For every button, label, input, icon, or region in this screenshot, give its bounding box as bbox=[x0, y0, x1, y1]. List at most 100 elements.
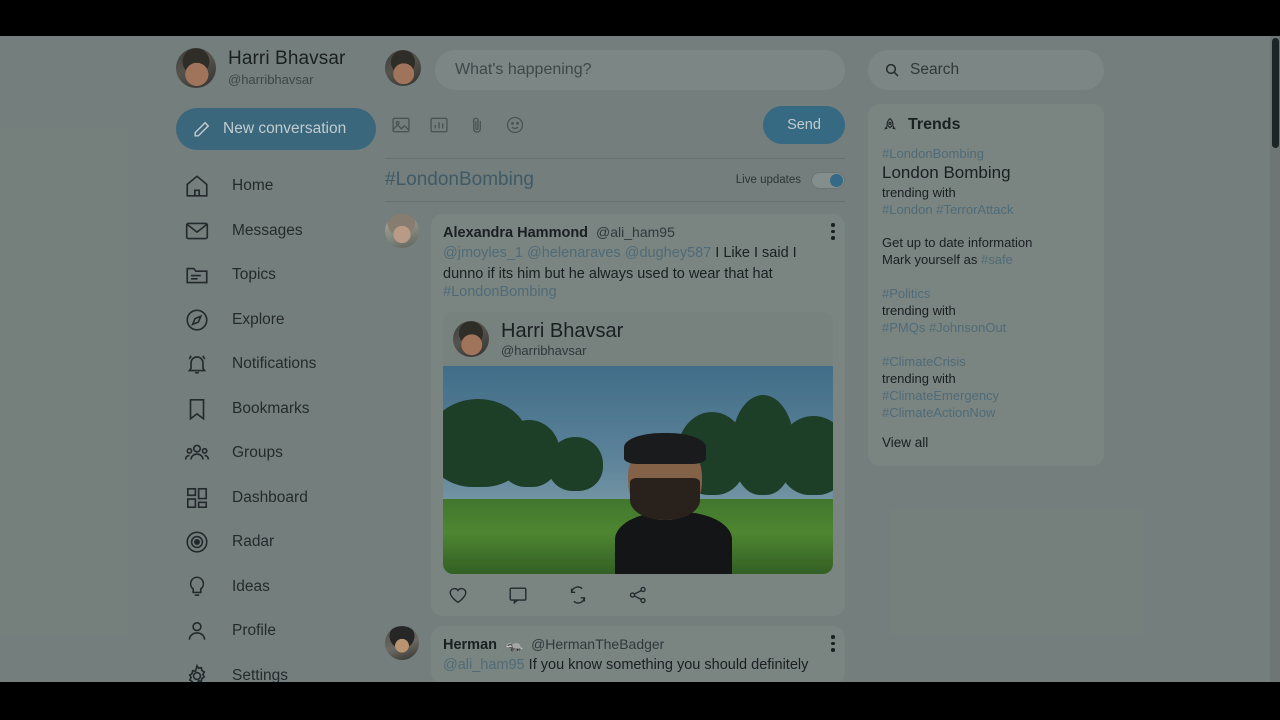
sidebar-item-settings[interactable]: Settings bbox=[170, 654, 380, 682]
harri-avatar[interactable] bbox=[176, 48, 216, 88]
post-mentions[interactable]: @ali_ham95 bbox=[443, 657, 525, 673]
live-updates-control[interactable]: Live updates bbox=[735, 171, 845, 189]
trend-tag[interactable]: #ClimateCrisis bbox=[882, 354, 1090, 370]
sidebar-item-bookmarks[interactable]: Bookmarks bbox=[170, 387, 380, 432]
trend-related[interactable]: #ClimateActionNow bbox=[882, 404, 1090, 421]
sidebar-item-home[interactable]: Home bbox=[170, 164, 380, 209]
center-column: What's happening? Send #LondonBombing Li… bbox=[385, 36, 845, 682]
scrollbar-thumb[interactable] bbox=[1272, 38, 1279, 148]
trend-headline: London Bombing bbox=[882, 163, 1011, 182]
composer-placeholder: What's happening? bbox=[455, 61, 592, 78]
trend-item[interactable]: #LondonBombing London Bombing trending w… bbox=[882, 146, 1090, 218]
herman-avatar[interactable] bbox=[385, 626, 419, 660]
trend-related[interactable]: #London #TerrorAttack bbox=[882, 201, 1090, 218]
sidebar-label-topics: Topics bbox=[232, 266, 276, 284]
composer-input[interactable]: What's happening? bbox=[435, 50, 845, 90]
attachment-icon[interactable] bbox=[467, 115, 487, 135]
post-item: Alexandra Hammond @ali_ham95 @jmoyles_1 … bbox=[385, 214, 845, 616]
harri-avatar[interactable] bbox=[453, 321, 489, 357]
trend-item[interactable]: #ClimateCrisis trending with #ClimateEme… bbox=[882, 354, 1090, 421]
right-sidebar: Search Trends #LondonBombing London Bomb… bbox=[868, 36, 1104, 466]
trend-tag[interactable]: #LondonBombing bbox=[882, 146, 1090, 162]
sidebar-item-notifications[interactable]: Notifications bbox=[170, 342, 380, 387]
sidebar-item-topics[interactable]: Topics bbox=[170, 253, 380, 298]
view-all-button[interactable]: View all bbox=[882, 435, 1090, 450]
trend-trending-with: trending with bbox=[882, 185, 956, 200]
new-conversation-label: New conversation bbox=[223, 120, 347, 137]
post-body: Herman 🦡 @HermanTheBadger @ali_ham95 If … bbox=[431, 626, 845, 682]
sidebar-item-profile[interactable]: Profile bbox=[170, 609, 380, 654]
post-text-body: If you know something you should definit… bbox=[524, 657, 809, 673]
live-updates-toggle[interactable] bbox=[811, 171, 845, 189]
search-placeholder: Search bbox=[910, 61, 960, 78]
quoted-post[interactable]: Harri Bhavsar @harribhavsar bbox=[443, 312, 833, 574]
sidebar-label-messages: Messages bbox=[232, 221, 303, 239]
trend-info-prefix: Mark yourself as bbox=[882, 252, 981, 267]
screen: Harri Bhavsar @harribhavsar New conversa… bbox=[0, 0, 1280, 720]
rocket-icon bbox=[884, 117, 896, 130]
image-icon[interactable] bbox=[391, 115, 411, 135]
trend-item[interactable]: #Politics trending with #PMQs #JohnsonOu… bbox=[882, 286, 1090, 336]
post-author-handle[interactable]: @ali_ham95 bbox=[596, 224, 675, 240]
bookmark-icon bbox=[189, 398, 205, 421]
poll-icon[interactable] bbox=[429, 115, 449, 135]
post-text: @ali_ham95 If you know something you sho… bbox=[443, 655, 833, 676]
trend-info-line-2: Mark yourself as #safe bbox=[882, 251, 1090, 268]
grid-icon bbox=[186, 487, 208, 508]
photo-person-cap bbox=[624, 432, 707, 464]
toggle-knob bbox=[830, 173, 843, 187]
sidebar-item-messages[interactable]: Messages bbox=[170, 209, 380, 254]
comment-icon[interactable] bbox=[507, 584, 529, 606]
post-author-name[interactable]: Alexandra Hammond bbox=[443, 225, 588, 241]
quoted-post-photo[interactable] bbox=[443, 366, 833, 574]
sidebar-label-groups: Groups bbox=[232, 444, 283, 462]
sidebar-label-ideas: Ideas bbox=[232, 577, 270, 595]
quoted-author-handle: @harribhavsar bbox=[501, 343, 587, 358]
trend-related[interactable]: #ClimateEmergency bbox=[882, 387, 1090, 404]
more-vertical-icon[interactable] bbox=[831, 635, 835, 652]
post-text: @jmoyles_1 @helenaraves @dughey587 I Lik… bbox=[443, 243, 833, 284]
send-button[interactable]: Send bbox=[763, 106, 845, 144]
safe-tag[interactable]: #safe bbox=[981, 252, 1013, 267]
post-actions bbox=[443, 574, 833, 608]
feed-header: #LondonBombing Live updates bbox=[385, 158, 845, 202]
post-author-row: Herman 🦡 @HermanTheBadger bbox=[443, 636, 833, 653]
post-mentions[interactable]: @jmoyles_1 @helenaraves @dughey587 bbox=[443, 245, 711, 261]
post-author-name[interactable]: Herman bbox=[443, 637, 497, 653]
feed-hashtag[interactable]: #LondonBombing bbox=[385, 169, 534, 191]
gear-icon bbox=[188, 663, 206, 682]
emoji-icon[interactable] bbox=[505, 115, 525, 135]
composer-avatar[interactable] bbox=[385, 50, 421, 86]
sidebar-profile[interactable]: Harri Bhavsar @harribhavsar bbox=[170, 36, 380, 88]
left-sidebar: Harri Bhavsar @harribhavsar New conversa… bbox=[170, 36, 380, 682]
photo-tree bbox=[548, 436, 603, 491]
sidebar-item-dashboard[interactable]: Dashboard bbox=[170, 476, 380, 521]
quoted-post-header: Harri Bhavsar @harribhavsar bbox=[443, 312, 833, 366]
sidebar-item-radar[interactable]: Radar bbox=[170, 520, 380, 565]
lightbulb-icon bbox=[189, 576, 205, 596]
more-vertical-icon[interactable] bbox=[831, 223, 835, 240]
page-scrollbar[interactable] bbox=[1270, 36, 1280, 682]
trends-header: Trends bbox=[882, 116, 1090, 134]
new-conversation-button[interactable]: New conversation bbox=[176, 108, 376, 150]
home-icon bbox=[186, 175, 208, 197]
sidebar-item-groups[interactable]: Groups bbox=[170, 431, 380, 476]
people-icon bbox=[184, 444, 210, 460]
envelope-icon bbox=[185, 222, 209, 240]
live-updates-label: Live updates bbox=[735, 174, 801, 186]
retweet-icon[interactable] bbox=[567, 584, 589, 606]
trend-tag[interactable]: #Politics bbox=[882, 286, 1090, 302]
post-hashtag[interactable]: #LondonBombing bbox=[443, 284, 833, 300]
sidebar-item-ideas[interactable]: Ideas bbox=[170, 565, 380, 610]
trend-trending-with: trending with bbox=[882, 371, 956, 386]
share-icon[interactable] bbox=[627, 584, 649, 606]
trend-info-line-1: Get up to date information bbox=[882, 235, 1033, 250]
radar-icon bbox=[186, 531, 208, 553]
search-input[interactable]: Search bbox=[868, 50, 1104, 90]
alexandra-avatar[interactable] bbox=[385, 214, 419, 248]
heart-icon[interactable] bbox=[447, 584, 469, 606]
profile-name: Harri Bhavsar bbox=[228, 48, 346, 70]
post-author-handle[interactable]: @HermanTheBadger bbox=[531, 636, 664, 652]
trend-related[interactable]: #PMQs #JohnsonOut bbox=[882, 319, 1090, 336]
sidebar-item-explore[interactable]: Explore bbox=[170, 298, 380, 343]
